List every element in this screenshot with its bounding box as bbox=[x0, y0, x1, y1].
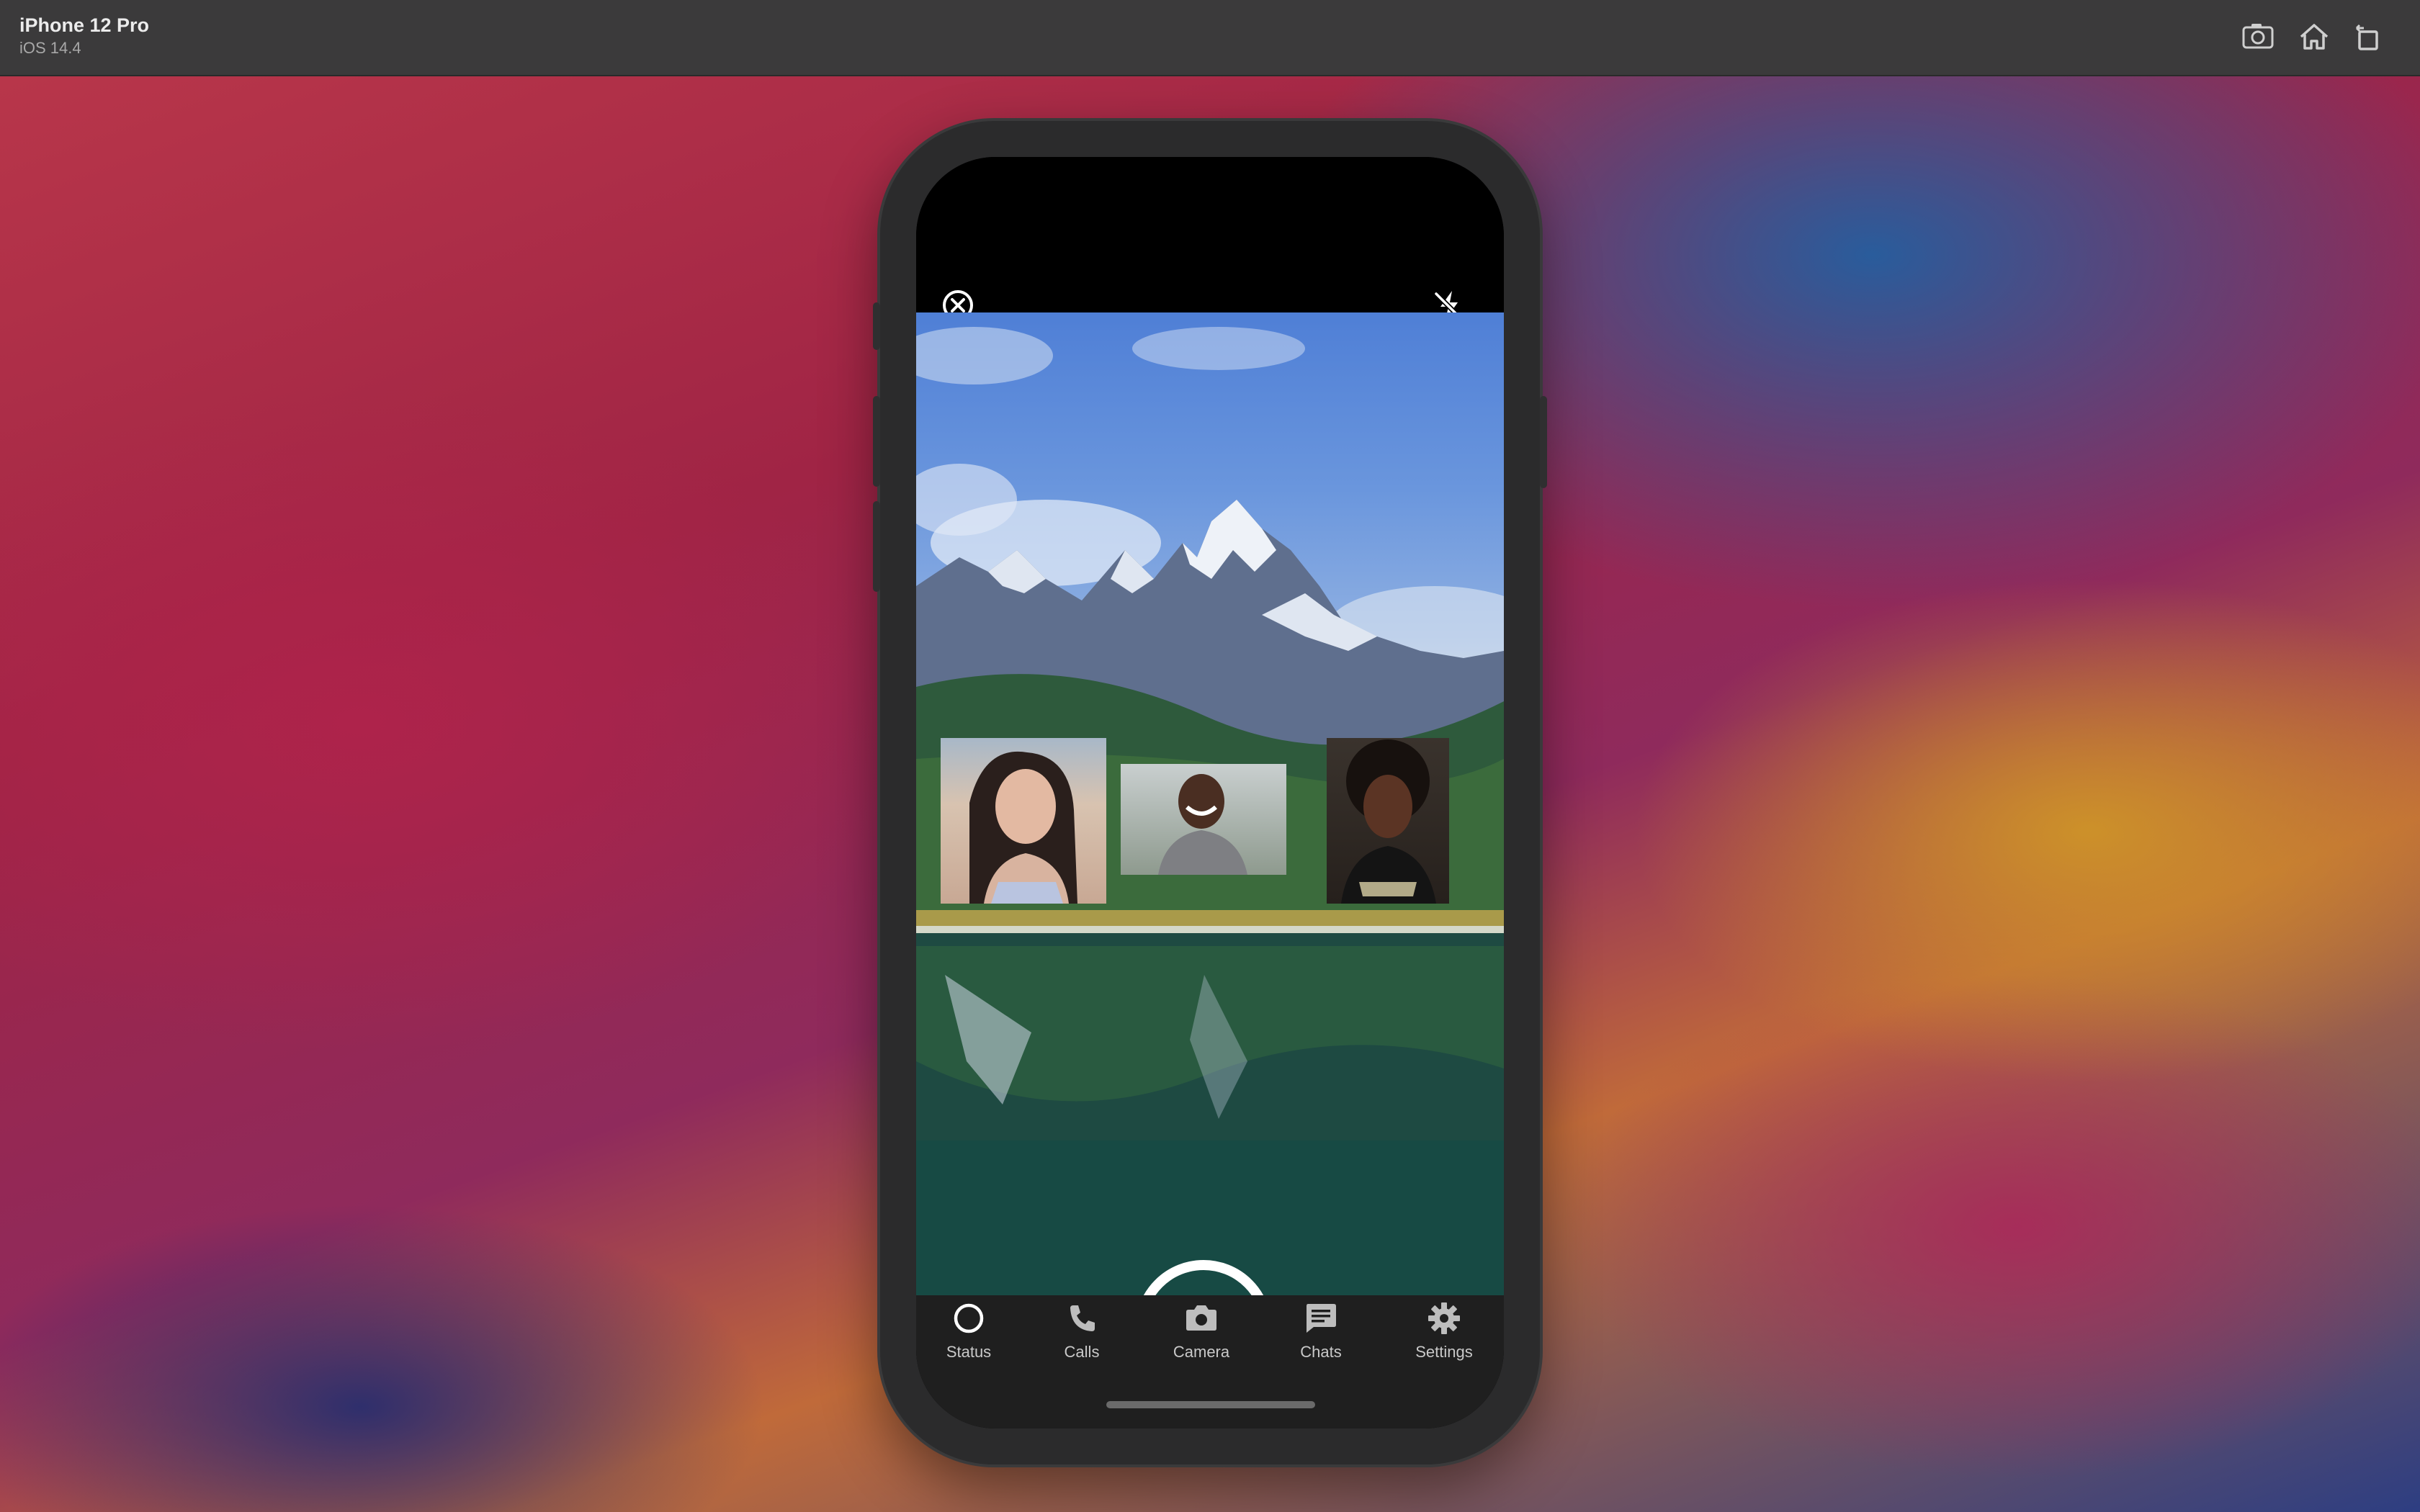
tab-label: Camera bbox=[1173, 1343, 1230, 1361]
phone-screen: Status Calls Camera Chats Settings bbox=[916, 157, 1504, 1428]
tab-label: Settings bbox=[1415, 1343, 1473, 1361]
camera-icon bbox=[1186, 1305, 1216, 1331]
gear-icon bbox=[1428, 1302, 1460, 1334]
notch bbox=[1050, 157, 1370, 204]
tab-label: Calls bbox=[1064, 1343, 1100, 1361]
tab-status[interactable]: Status bbox=[922, 1300, 1016, 1362]
screenshot-icon[interactable] bbox=[2238, 17, 2277, 56]
bottom-tab-bar: Status Calls Camera Chats Settings bbox=[916, 1295, 1504, 1428]
tab-camera[interactable]: Camera bbox=[1155, 1300, 1248, 1362]
face-thumbnail[interactable] bbox=[941, 738, 1106, 904]
home-icon[interactable] bbox=[2295, 17, 2334, 56]
simulator-titlebar: iPhone 12 Pro iOS 14.4 bbox=[0, 0, 2420, 76]
tab-calls[interactable]: Calls bbox=[1035, 1300, 1129, 1362]
power-button bbox=[1540, 396, 1547, 488]
face-thumbnail[interactable] bbox=[1121, 764, 1286, 875]
rotate-icon[interactable] bbox=[2348, 17, 2387, 56]
os-version: iOS 14.4 bbox=[19, 39, 81, 57]
tab-label: Status bbox=[946, 1343, 992, 1361]
tab-label: Chats bbox=[1300, 1343, 1342, 1361]
chat-icon bbox=[1307, 1304, 1336, 1333]
volume-down-button bbox=[873, 501, 880, 592]
device-name: iPhone 12 Pro bbox=[19, 14, 150, 36]
camera-preview bbox=[916, 312, 1504, 1295]
home-indicator[interactable] bbox=[1106, 1401, 1315, 1408]
face-thumbnail[interactable] bbox=[1327, 738, 1449, 904]
tab-chats[interactable]: Chats bbox=[1274, 1300, 1368, 1362]
phone-icon bbox=[1070, 1305, 1095, 1331]
mute-switch bbox=[873, 302, 880, 350]
circle-icon bbox=[954, 1303, 984, 1333]
iphone-device-frame: Status Calls Camera Chats Settings bbox=[873, 121, 1547, 1464]
tab-settings[interactable]: Settings bbox=[1397, 1300, 1491, 1362]
volume-up-button bbox=[873, 396, 880, 487]
